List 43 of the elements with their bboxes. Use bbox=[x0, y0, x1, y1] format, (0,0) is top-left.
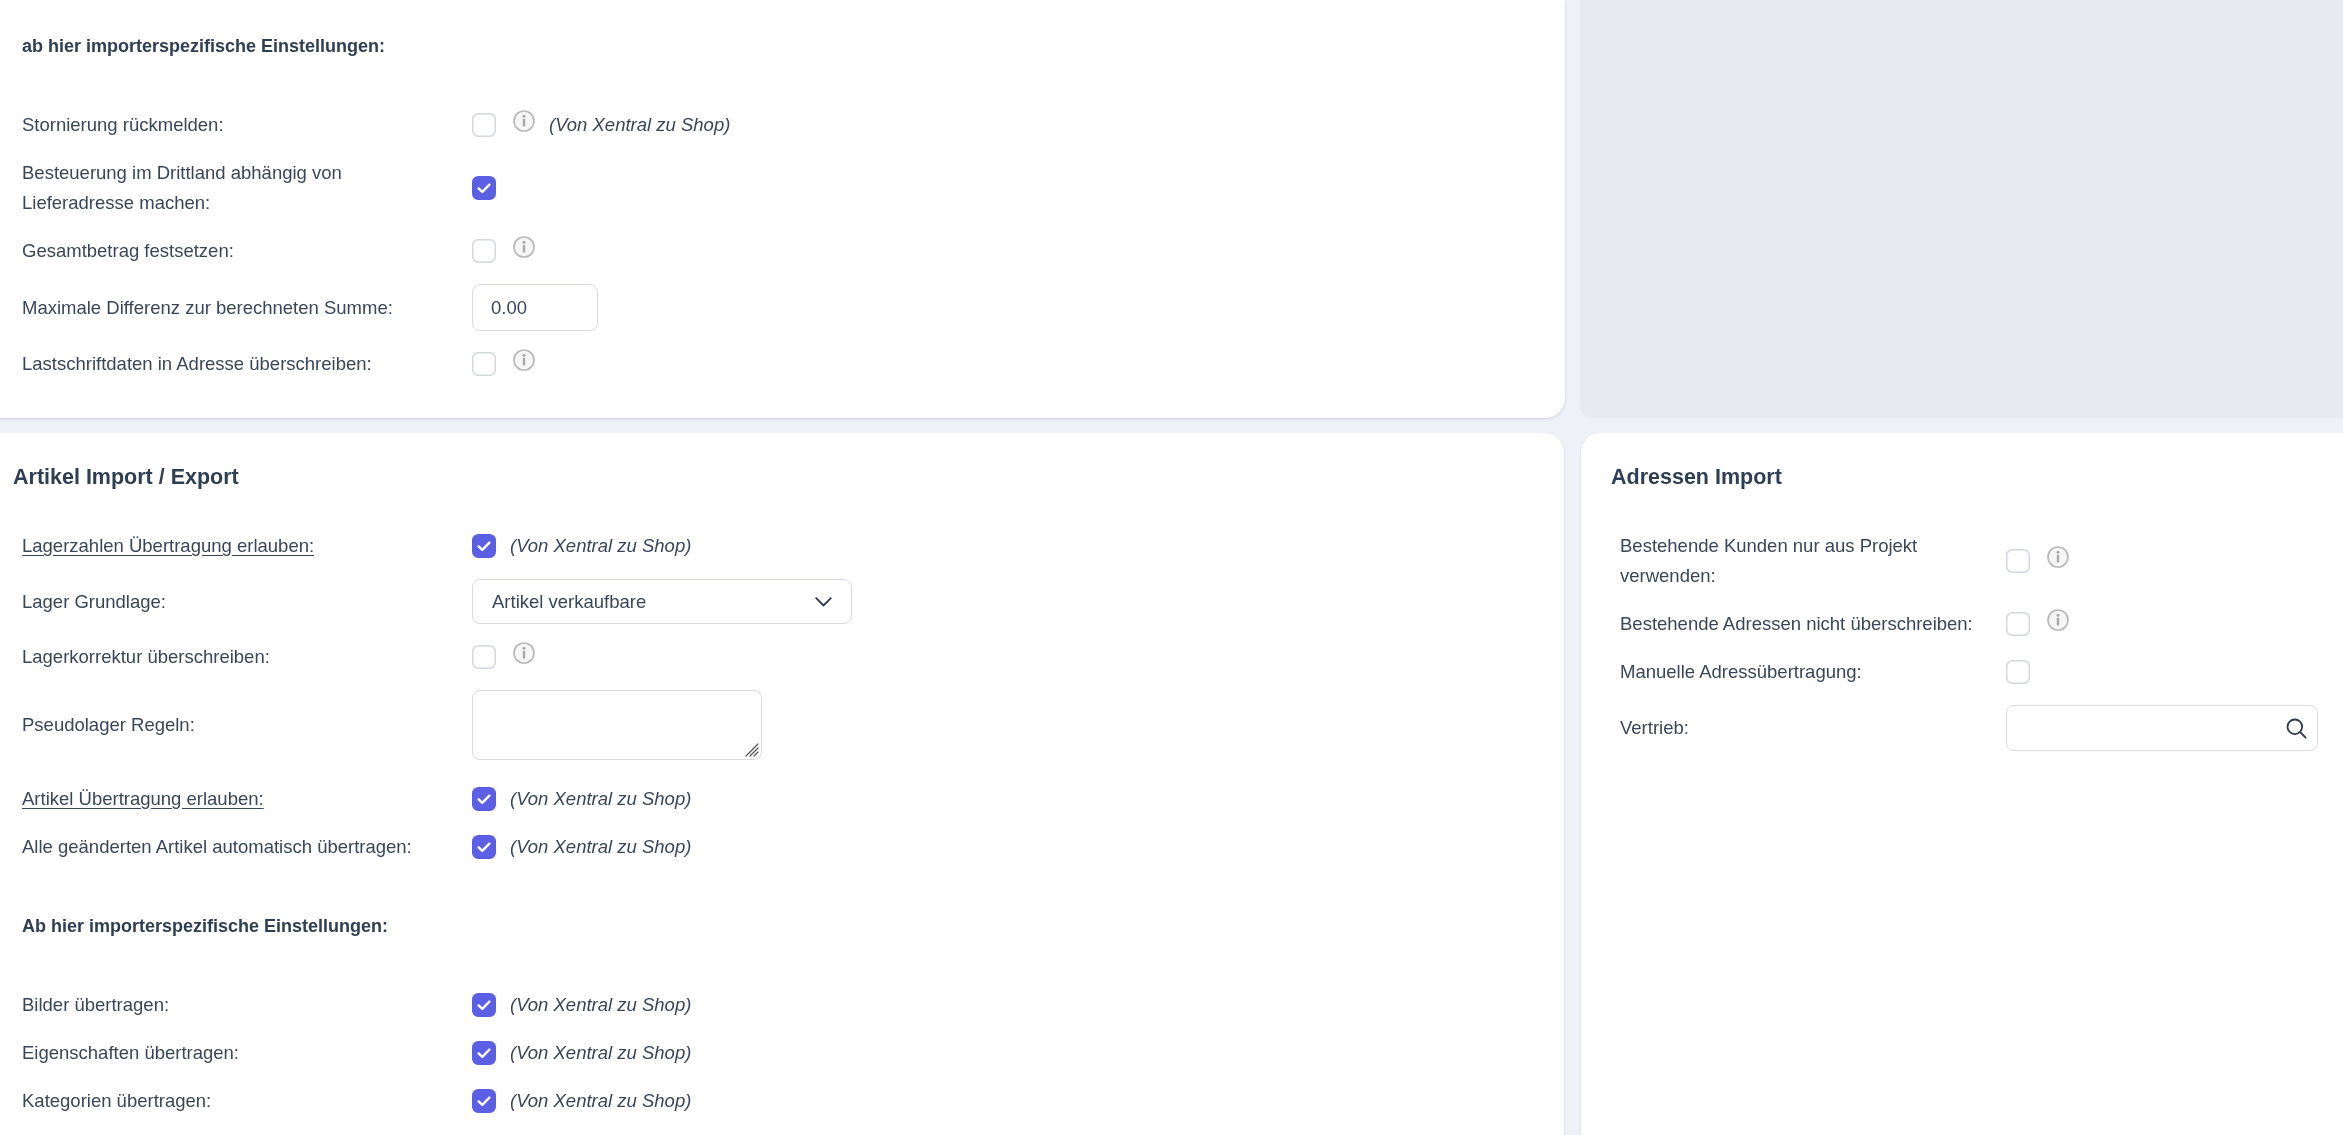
setting-label: Gesamtbetrag festsetzen: bbox=[22, 239, 235, 263]
setting-label: Pseudolager Regeln: bbox=[22, 713, 196, 737]
checkbox[interactable] bbox=[472, 993, 496, 1017]
direction-note: (Von Xentral zu Shop) bbox=[510, 787, 692, 811]
checkbox[interactable] bbox=[472, 176, 496, 200]
setting-label: Eigenschaften übertragen: bbox=[22, 1041, 240, 1065]
direction-note: (Von Xentral zu Shop) bbox=[510, 1041, 692, 1065]
resize-grip-icon[interactable] bbox=[745, 743, 759, 757]
select-dropdown[interactable]: Artikel verkaufbare bbox=[472, 579, 852, 624]
checkbox[interactable] bbox=[472, 835, 496, 859]
direction-note: (Von Xentral zu Shop) bbox=[510, 993, 692, 1017]
section-heading: ab hier importerspezifische Einstellungen: bbox=[22, 35, 386, 58]
checkbox[interactable] bbox=[472, 534, 496, 558]
setting-label: Vertrieb: bbox=[1620, 716, 1690, 740]
setting-label: Bestehende Kunden nur aus Projekt verwenden: bbox=[1620, 534, 1919, 588]
setting-label: Bilder übertragen: bbox=[22, 993, 171, 1017]
direction-note: (Von Xentral zu Shop) bbox=[510, 534, 692, 558]
checkbox[interactable] bbox=[472, 1041, 496, 1065]
setting-label: Lastschriftdaten in Adresse überschreiben: bbox=[22, 352, 373, 376]
card-title: Adressen Import bbox=[1611, 464, 1783, 491]
setting-label: Manuelle Adressübertragung: bbox=[1620, 660, 1863, 684]
setting-label: Alle geänderten Artikel automatisch übertragen: bbox=[22, 835, 413, 859]
setting-label: Maximale Differenz zur berechneten Summe: bbox=[22, 295, 394, 320]
setting-label: Stornierung rückmelden: bbox=[22, 113, 225, 137]
textarea-field[interactable] bbox=[472, 690, 762, 760]
setting-label: Besteuerung im Drittland abhängig von Lieferadresse machen: bbox=[22, 161, 343, 215]
checkbox[interactable] bbox=[472, 787, 496, 811]
chevron-down-icon bbox=[815, 596, 832, 607]
direction-note: (Von Xentral zu Shop) bbox=[510, 1089, 692, 1113]
checkbox[interactable] bbox=[472, 1089, 496, 1113]
setting-link[interactable]: Artikel Übertragung erlauben: bbox=[22, 784, 442, 814]
setting-label: Kategorien übertragen: bbox=[22, 1089, 213, 1113]
setting-label: Bestehende Adressen nicht überschreiben: bbox=[1620, 612, 1974, 636]
number-field[interactable]: 0.00 bbox=[472, 284, 598, 331]
search-icon bbox=[2286, 717, 2307, 739]
search-field[interactable] bbox=[2006, 705, 2318, 751]
setting-link[interactable]: Lagerzahlen Übertragung erlauben: bbox=[22, 531, 442, 561]
card-title: Artikel Import / Export bbox=[13, 464, 240, 491]
section-heading: Ab hier importerspezifische Einstellungen: bbox=[22, 915, 389, 938]
direction-note: (Von Xentral zu Shop) bbox=[549, 113, 731, 137]
direction-note: (Von Xentral zu Shop) bbox=[510, 835, 692, 859]
setting-label: Lagerkorrektur überschreiben: bbox=[22, 645, 271, 669]
setting-label: Lager Grundlage: bbox=[22, 589, 167, 614]
